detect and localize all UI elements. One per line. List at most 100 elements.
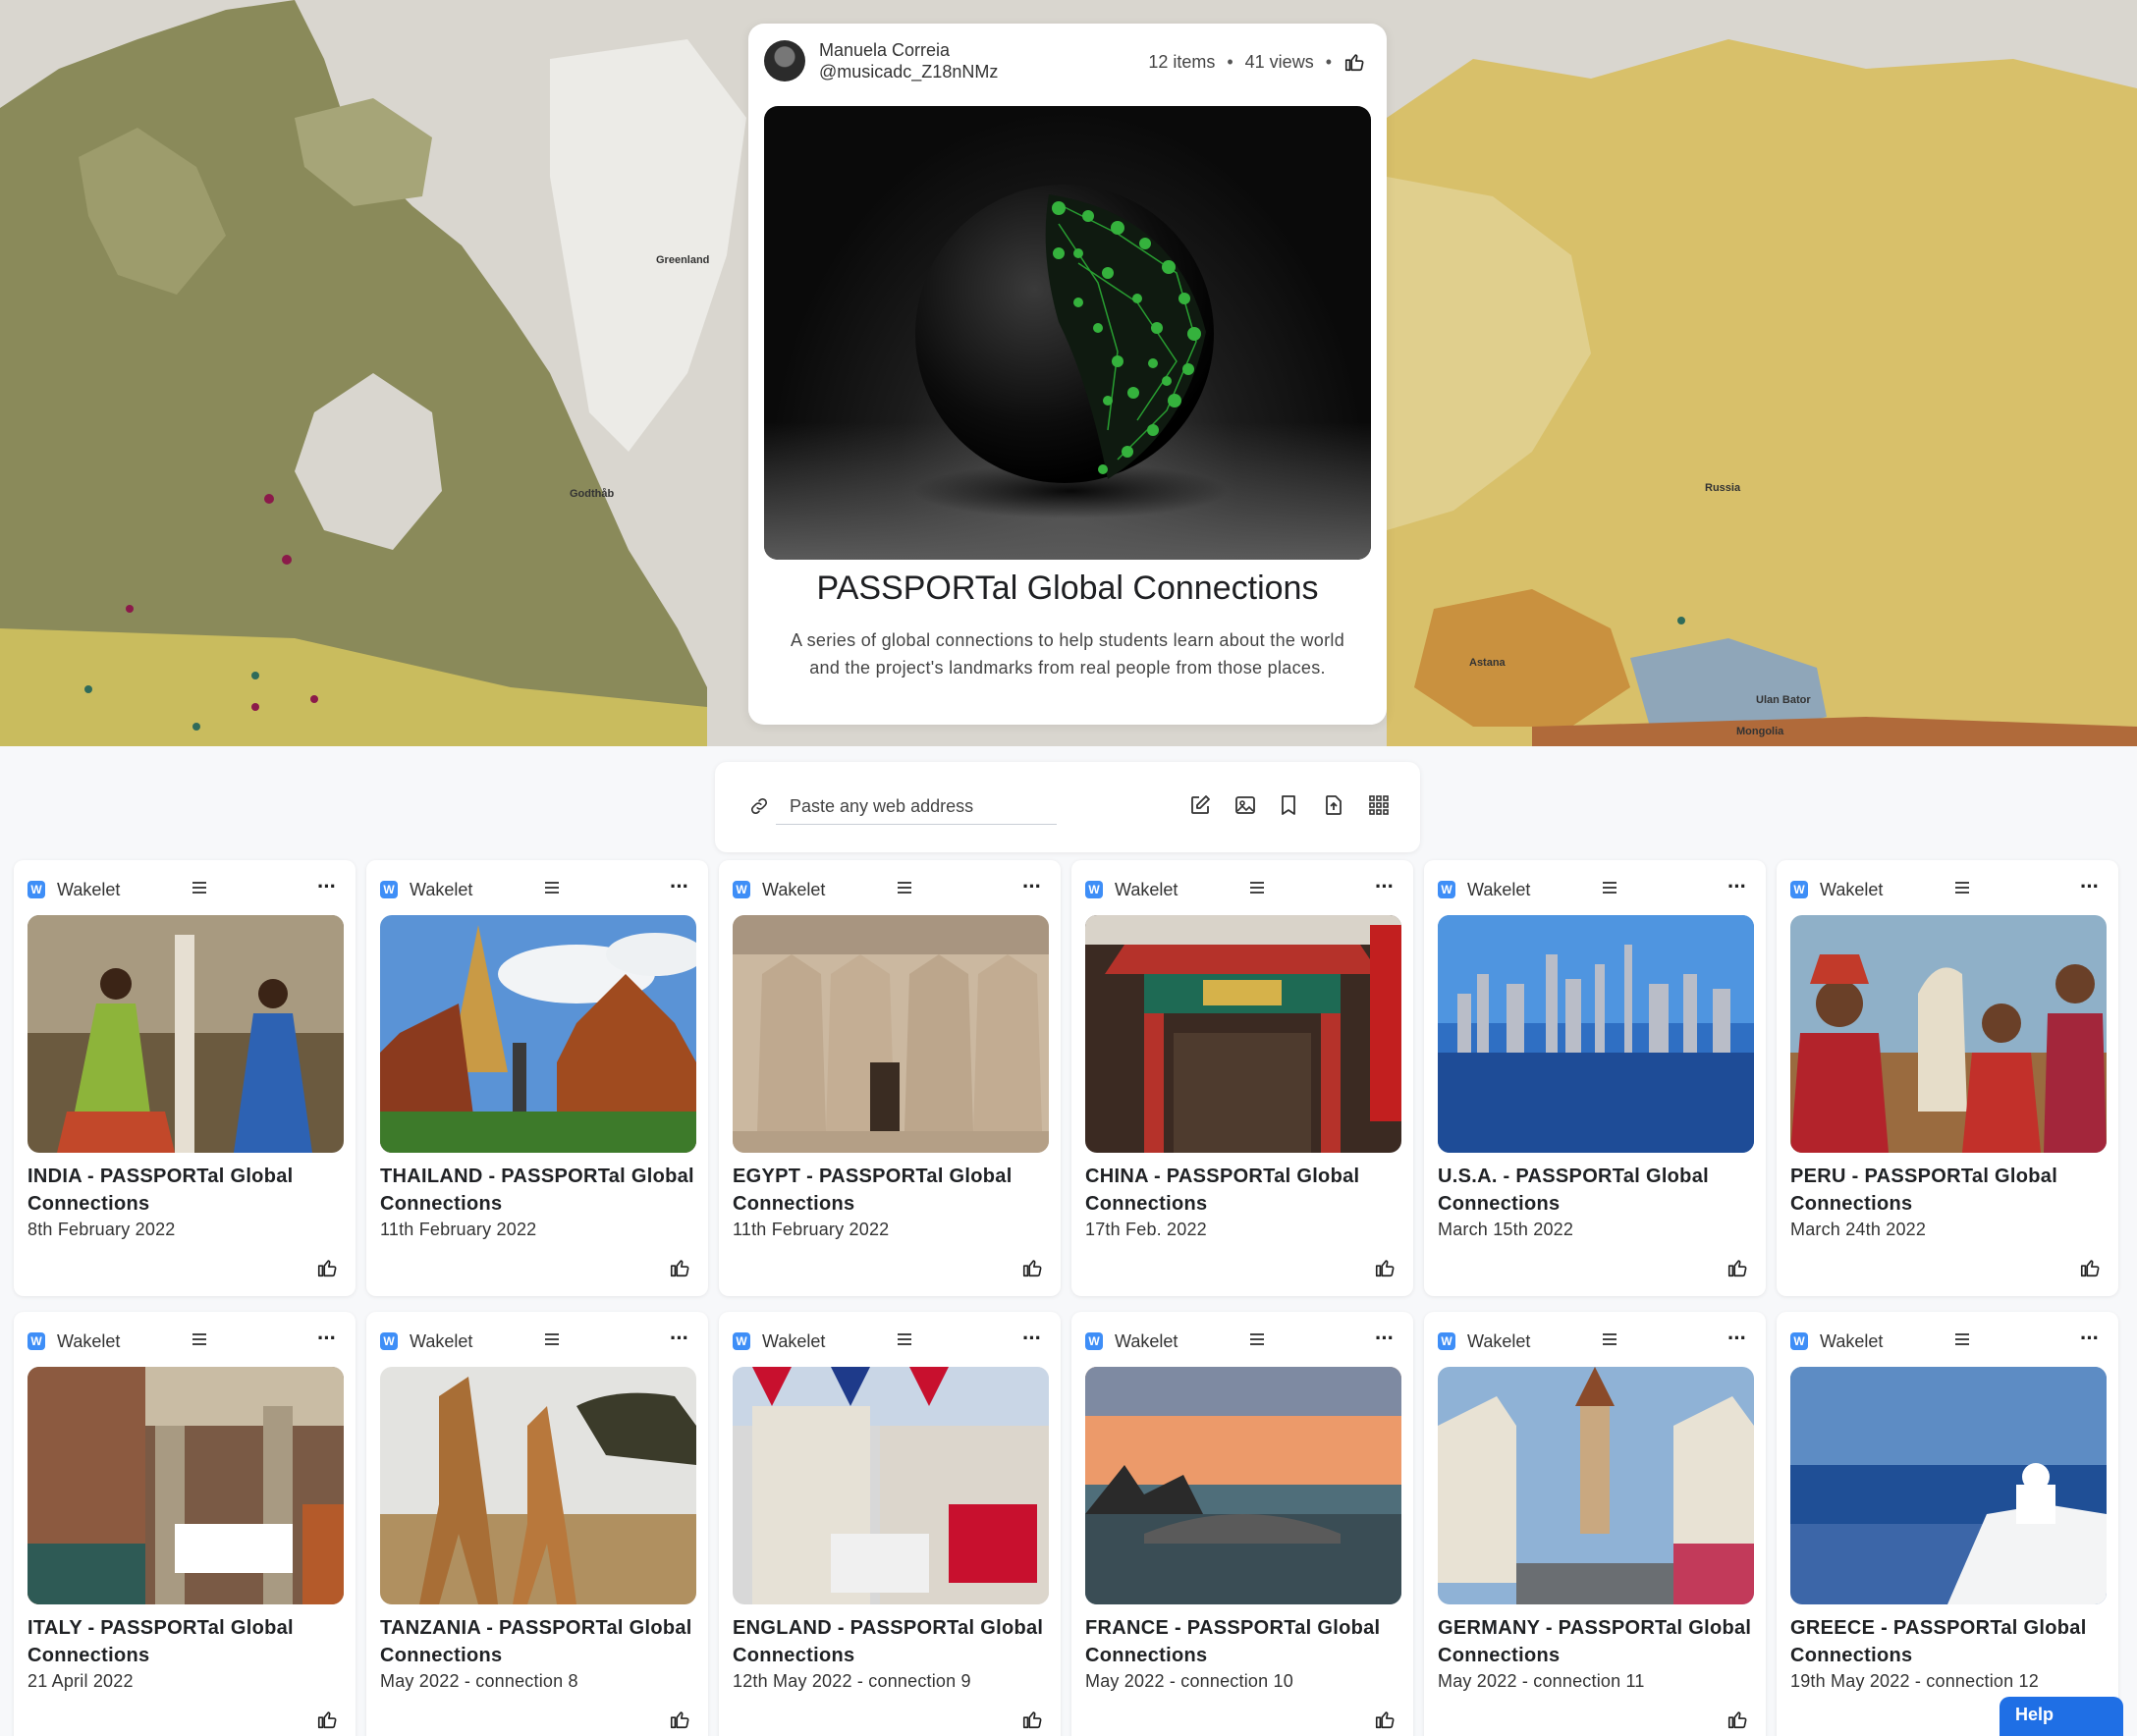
thumbs-up-icon[interactable] — [1726, 1709, 1748, 1730]
collection-item-card[interactable]: W Wakelet ··· FRANCE - PASSPORTal Global… — [1071, 1312, 1413, 1736]
drag-handle-icon[interactable] — [545, 882, 559, 896]
more-options-icon[interactable]: ··· — [670, 876, 689, 897]
collection-item-card[interactable]: W Wakelet ··· CHINA - PASSPORTal Global … — [1071, 860, 1413, 1296]
collection-item-card[interactable]: W Wakelet ··· GREECE - PASSPORTal Global… — [1777, 1312, 2118, 1736]
drag-handle-icon[interactable] — [898, 882, 911, 896]
more-options-icon[interactable]: ··· — [1375, 1328, 1395, 1349]
views-count: 41 views — [1244, 51, 1314, 72]
card-title[interactable]: U.S.A. - PASSPORTal Global Connections — [1438, 1163, 1762, 1218]
card-source-label: Wakelet — [57, 1330, 121, 1351]
more-options-icon[interactable]: ··· — [670, 1328, 689, 1349]
drag-handle-icon[interactable] — [1603, 1333, 1616, 1348]
write-note-icon[interactable] — [1188, 793, 1212, 817]
drag-handle-icon[interactable] — [1955, 1333, 1969, 1348]
card-title[interactable]: PERU - PASSPORTal Global Connections — [1790, 1163, 2114, 1218]
drag-handle-icon[interactable] — [545, 1333, 559, 1348]
collection-item-card[interactable]: W Wakelet ··· TANZANIA - PASSPORTal Glob… — [366, 1312, 708, 1736]
card-date: 12th May 2022 - connection 9 — [733, 1671, 971, 1691]
card-thumbnail[interactable] — [1790, 1367, 2107, 1604]
drag-handle-icon[interactable] — [898, 1333, 911, 1348]
card-source-label: Wakelet — [1467, 879, 1531, 899]
card-thumbnail[interactable] — [1438, 1367, 1754, 1604]
card-title[interactable]: EGYPT - PASSPORTal Global Connections — [733, 1163, 1057, 1218]
more-options-icon[interactable]: ··· — [1727, 1328, 1747, 1349]
more-options-icon[interactable]: ··· — [2080, 1328, 2100, 1349]
card-title[interactable]: ITALY - PASSPORTal Global Connections — [27, 1614, 352, 1669]
more-options-icon[interactable]: ··· — [1375, 876, 1395, 897]
card-thumbnail[interactable] — [733, 1367, 1049, 1604]
drag-handle-icon[interactable] — [1603, 882, 1616, 896]
thumbs-up-icon[interactable] — [316, 1257, 338, 1278]
card-thumbnail[interactable] — [380, 915, 696, 1153]
owner-handle: @musicadc_Z18nNMz — [819, 62, 999, 81]
more-options-icon[interactable]: ··· — [317, 876, 337, 897]
image-icon[interactable] — [1233, 793, 1257, 817]
collection-item-card[interactable]: W Wakelet ··· ENGLAND - PASSPORTal Globa… — [719, 1312, 1061, 1736]
card-thumbnail[interactable] — [733, 915, 1049, 1153]
card-date: 11th February 2022 — [380, 1220, 537, 1239]
card-source-row: W Wakelet ··· — [1085, 1328, 1399, 1353]
collection-item-card[interactable]: W Wakelet ··· GERMANY - PASSPORTal Globa… — [1424, 1312, 1766, 1736]
card-title[interactable]: FRANCE - PASSPORTal Global Connections — [1085, 1614, 1409, 1669]
drag-handle-icon[interactable] — [1250, 1333, 1264, 1348]
drag-handle-icon[interactable] — [192, 882, 206, 896]
collection-item-card[interactable]: W Wakelet ··· ITALY - PASSPORTal Global … — [14, 1312, 356, 1736]
drag-handle-icon[interactable] — [1955, 882, 1969, 896]
card-source-label: Wakelet — [57, 879, 121, 899]
bookmark-icon[interactable] — [1277, 793, 1300, 817]
thumbs-up-icon[interactable] — [2079, 1257, 2101, 1278]
card-source-row: W Wakelet ··· — [733, 1328, 1047, 1353]
thumbs-up-icon[interactable] — [1726, 1257, 1748, 1278]
card-title[interactable]: THAILAND - PASSPORTal Global Connections — [380, 1163, 704, 1218]
more-options-icon[interactable]: ··· — [1727, 876, 1747, 897]
card-title[interactable]: CHINA - PASSPORTal Global Connections — [1085, 1163, 1409, 1218]
wakelet-logo-icon: W — [1438, 881, 1455, 898]
thumbs-up-icon[interactable] — [1021, 1257, 1043, 1278]
drag-handle-icon[interactable] — [1250, 882, 1264, 896]
card-thumbnail[interactable] — [1438, 915, 1754, 1153]
more-options-icon[interactable]: ··· — [1022, 876, 1042, 897]
more-options-icon[interactable]: ··· — [2080, 876, 2100, 897]
card-source-row: W Wakelet ··· — [1438, 1328, 1752, 1353]
card-source-label: Wakelet — [1820, 879, 1884, 899]
help-button[interactable]: Help — [2000, 1697, 2123, 1736]
thumbs-up-icon[interactable] — [1374, 1257, 1396, 1278]
thumbs-up-icon[interactable] — [669, 1257, 690, 1278]
card-thumbnail[interactable] — [1790, 915, 2107, 1153]
owner-name[interactable]: Manuela Correia — [819, 39, 998, 61]
drag-handle-icon[interactable] — [192, 1333, 206, 1348]
grid-apps-icon[interactable] — [1367, 793, 1391, 817]
url-input[interactable] — [776, 789, 1057, 825]
collection-description: A series of global connections to help s… — [790, 630, 1345, 678]
card-title[interactable]: INDIA - PASSPORTal Global Connections — [27, 1163, 352, 1218]
card-thumbnail[interactable] — [27, 915, 344, 1153]
avatar[interactable] — [764, 40, 805, 81]
collection-item-card[interactable]: W Wakelet ··· EGYPT - PASSPORTal Global … — [719, 860, 1061, 1296]
thumbs-up-icon[interactable] — [669, 1709, 690, 1730]
collection-item-card[interactable]: W Wakelet ··· THAILAND - PASSPORTal Glob… — [366, 860, 708, 1296]
wakelet-logo-icon: W — [1790, 881, 1808, 898]
collection-item-card[interactable]: W Wakelet ··· U.S.A. - PASSPORTal Global… — [1424, 860, 1766, 1296]
card-title[interactable]: GERMANY - PASSPORTal Global Connections — [1438, 1614, 1762, 1669]
collection-item-card[interactable]: W Wakelet ··· INDIA - PASSPORTal Global … — [14, 860, 356, 1296]
owner-info[interactable]: Manuela Correia @musicadc_Z18nNMz — [764, 39, 998, 82]
collection-item-card[interactable]: W Wakelet ··· PERU - PASSPORTal Global C… — [1777, 860, 2118, 1296]
card-thumbnail[interactable] — [380, 1367, 696, 1604]
card-thumbnail[interactable] — [1085, 1367, 1401, 1604]
card-title[interactable]: TANZANIA - PASSPORTal Global Connections — [380, 1614, 704, 1669]
card-source-label: Wakelet — [410, 879, 473, 899]
card-title[interactable]: ENGLAND - PASSPORTal Global Connections — [733, 1614, 1057, 1669]
card-source-label: Wakelet — [1115, 1330, 1178, 1351]
wakelet-logo-icon: W — [1790, 1332, 1808, 1350]
thumbs-up-icon[interactable] — [1343, 51, 1365, 73]
globe-graphic — [913, 185, 1228, 518]
more-options-icon[interactable]: ··· — [1022, 1328, 1042, 1349]
card-thumbnail[interactable] — [27, 1367, 344, 1604]
thumbs-up-icon[interactable] — [1021, 1709, 1043, 1730]
more-options-icon[interactable]: ··· — [317, 1328, 337, 1349]
card-title[interactable]: GREECE - PASSPORTal Global Connections — [1790, 1614, 2114, 1669]
thumbs-up-icon[interactable] — [316, 1709, 338, 1730]
upload-icon[interactable] — [1322, 793, 1345, 817]
thumbs-up-icon[interactable] — [1374, 1709, 1396, 1730]
card-thumbnail[interactable] — [1085, 915, 1401, 1153]
